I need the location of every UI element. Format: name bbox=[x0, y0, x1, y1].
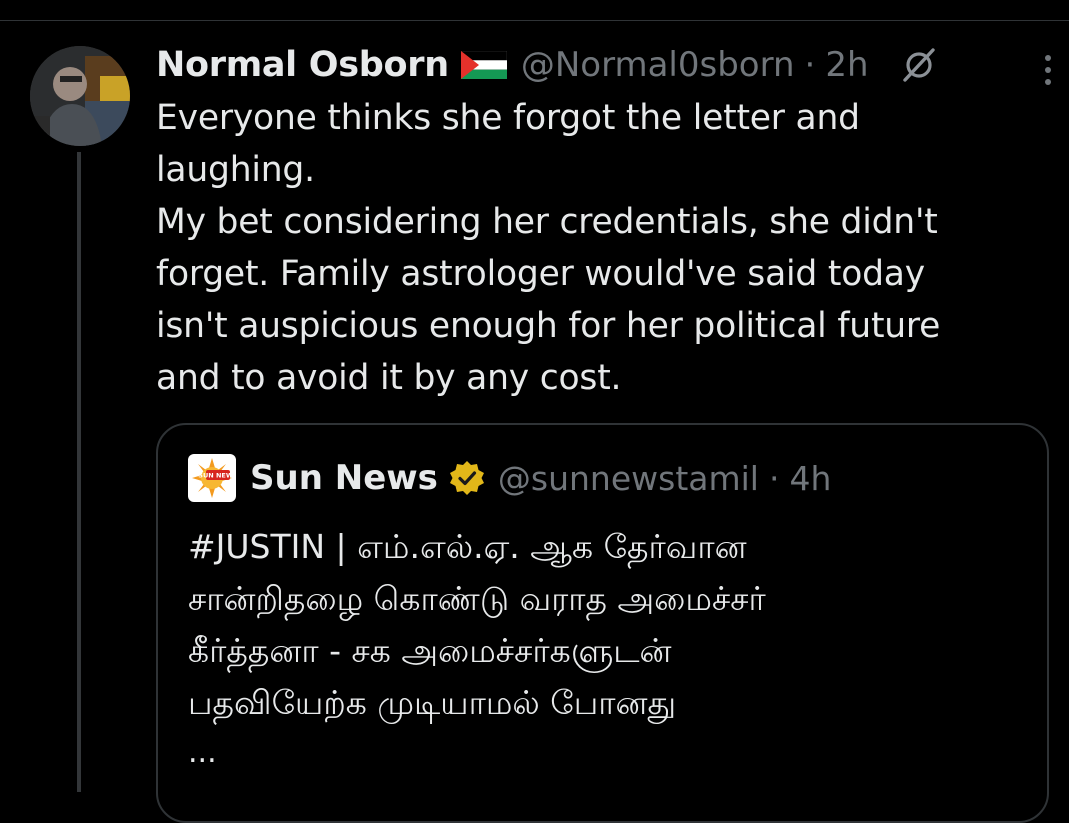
sun-news-logo[interactable]: SUN NEWS bbox=[188, 454, 236, 502]
grok-icon[interactable] bbox=[899, 45, 939, 85]
logo-text: SUN NEWS bbox=[198, 472, 234, 480]
top-divider bbox=[0, 20, 1069, 21]
avatar-image bbox=[30, 46, 130, 146]
gold-verified-badge-icon[interactable] bbox=[448, 459, 486, 497]
quoted-post-header: SUN NEWS Sun News @sunnewstamil · 4h bbox=[188, 454, 831, 502]
quoted-post-time[interactable]: 4h bbox=[789, 459, 831, 498]
author-handle[interactable]: @Normal0sborn bbox=[521, 45, 795, 85]
avatar[interactable] bbox=[30, 46, 130, 146]
quoted-author-handle[interactable]: @sunnewstamil bbox=[498, 459, 759, 498]
quoted-post-ellipsis: ... bbox=[188, 735, 217, 770]
quoted-post-card[interactable]: SUN NEWS Sun News @sunnewstamil · 4h #JU… bbox=[156, 423, 1049, 823]
post[interactable]: Normal Osborn @Normal0sborn · 2h Everyon… bbox=[156, 40, 1056, 404]
post-header: Normal Osborn @Normal0sborn · 2h bbox=[156, 40, 1056, 90]
post-text: Everyone thinks she forgot the letter an… bbox=[156, 98, 941, 398]
palestine-flag-icon bbox=[460, 50, 508, 79]
quoted-post-text: #JUSTIN | எம்.எல்.ஏ. ஆக தேர்வான சான்றிதழ… bbox=[188, 527, 766, 722]
thread-line bbox=[77, 152, 81, 792]
more-vertical-icon[interactable] bbox=[1038, 50, 1058, 90]
meta-separator: · bbox=[804, 45, 816, 85]
author-name[interactable]: Normal Osborn bbox=[156, 45, 449, 85]
quoted-meta-separator: · bbox=[768, 458, 780, 498]
post-time[interactable]: 2h bbox=[825, 45, 868, 85]
quoted-author-name[interactable]: Sun News bbox=[250, 458, 438, 498]
